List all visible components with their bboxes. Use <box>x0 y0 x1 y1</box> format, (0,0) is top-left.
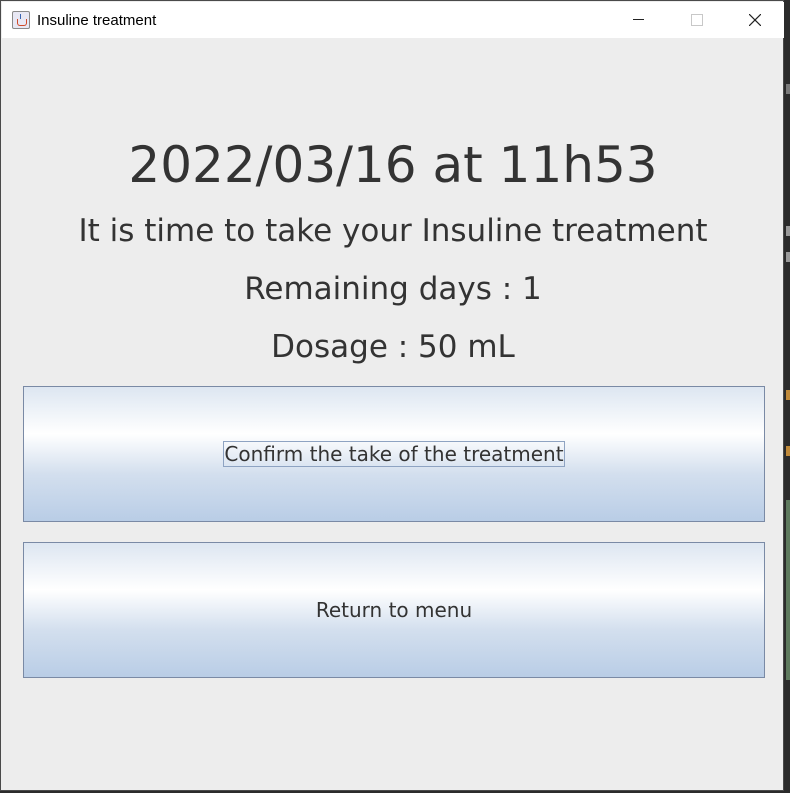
close-icon <box>749 14 761 26</box>
minimize-button[interactable] <box>610 2 668 38</box>
java-cup-icon <box>12 11 30 29</box>
background-mark <box>786 390 790 400</box>
title-bar[interactable]: Insuline treatment <box>2 2 784 38</box>
return-to-menu-button[interactable]: Return to menu <box>23 542 765 678</box>
background-mark <box>786 226 790 236</box>
background-mark <box>786 446 790 456</box>
background-mark <box>786 84 790 94</box>
maximize-button[interactable] <box>668 2 726 38</box>
return-button-label: Return to menu <box>315 598 473 622</box>
confirm-button-label: Confirm the take of the treatment <box>223 441 565 467</box>
reminder-message: It is time to take your Insuline treatme… <box>78 213 708 249</box>
window-controls <box>610 2 784 38</box>
window-title: Insuline treatment <box>37 11 157 29</box>
remaining-days: Remaining days : 1 <box>244 271 542 307</box>
reminder-datetime: 2022/03/16 at 11h53 <box>128 136 658 194</box>
dosage: Dosage : 50 mL <box>271 329 515 365</box>
app-window: Insuline treatment 2022/03/16 at 11h53 I… <box>0 0 784 791</box>
confirm-treatment-button[interactable]: Confirm the take of the treatment <box>23 386 765 522</box>
background-mark <box>786 500 790 680</box>
close-button[interactable] <box>726 2 784 38</box>
background-mark <box>786 252 790 262</box>
